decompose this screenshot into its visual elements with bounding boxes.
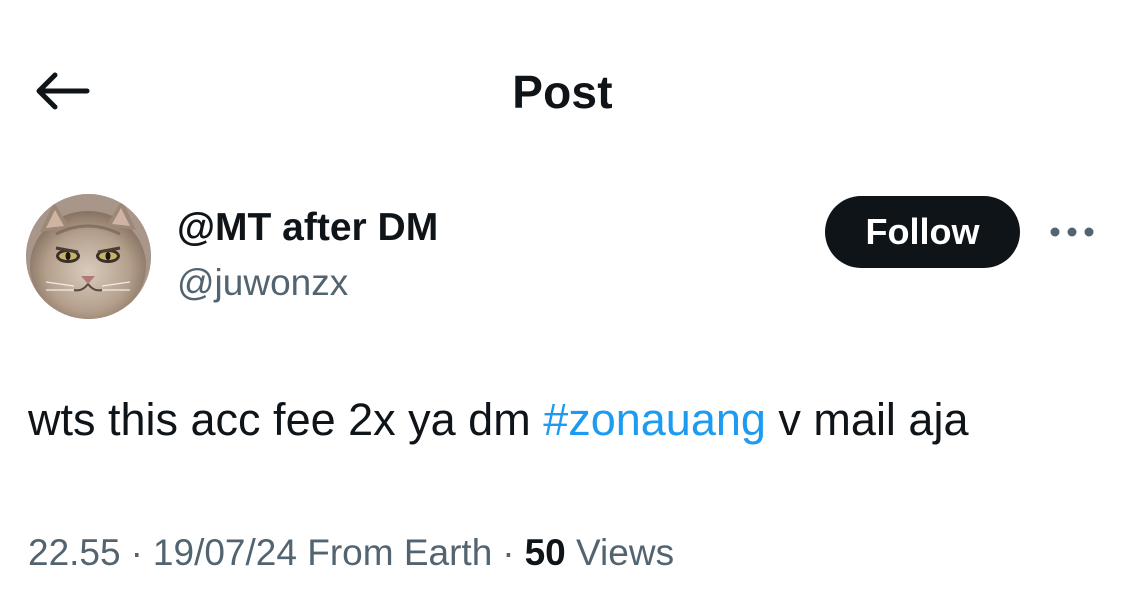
meta-separator: · [502,532,515,573]
author-handle[interactable]: @juwonzx [177,260,348,306]
follow-button[interactable]: Follow [825,196,1020,268]
top-bar: Post [0,0,1125,185]
post-text: wts this acc fee 2x ya dm #zonauang v ma… [28,392,969,448]
hashtag-link[interactable]: #zonauang [543,394,766,445]
post-text-after: v mail aja [765,394,969,445]
more-horizontal-icon [1050,227,1094,237]
more-options-button[interactable] [1040,212,1104,252]
post-date[interactable]: 19/07/24 [153,532,297,573]
author-display-name[interactable]: @MT after DM [177,204,438,252]
page-title: Post [512,66,613,118]
cat-avatar-icon [26,194,151,319]
meta-separator: · [130,532,143,573]
avatar[interactable] [26,194,151,319]
post-meta: 22.55 · 19/07/24 From Earth · 50 Views [28,530,674,576]
views-link[interactable]: 50 Views [525,532,674,573]
post-text-before: wts this acc fee 2x ya dm [28,394,544,445]
views-count: 50 [524,532,566,573]
views-label: Views [576,532,675,573]
post-source: From Earth [307,532,493,573]
post-time[interactable]: 22.55 [28,532,121,573]
author-row: @MT after DM @juwonzx Follow [0,190,1125,325]
